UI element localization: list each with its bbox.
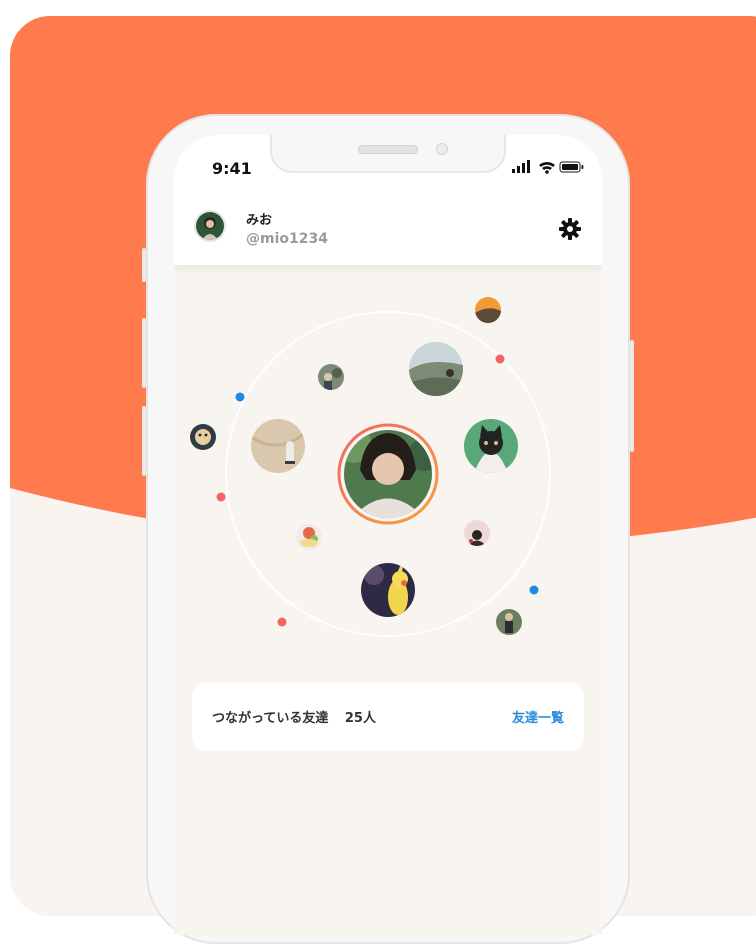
friend-avatar-figure[interactable] [496,609,522,635]
accent-dot [216,492,226,502]
friends-count-text: つながっている友達 25人 [212,707,376,726]
friend-avatar-portrait[interactable] [464,520,490,546]
friend-avatar-dessert[interactable] [296,524,322,550]
cellular-signal-icon [512,160,530,173]
volume-down-button [142,406,146,476]
friend-avatar-small-group[interactable] [318,364,344,390]
mute-switch [142,248,146,282]
friend-avatar-cat[interactable] [464,419,518,473]
friend-avatar-sand-toy[interactable] [251,419,305,473]
gear-icon [559,218,581,240]
friends-list-link[interactable]: 友達一覧 [512,707,564,726]
wifi-icon [539,161,555,174]
status-icons [512,159,584,178]
status-bar: 9:41 [174,135,602,193]
friend-avatar-landscape[interactable] [409,342,463,396]
friends-summary-card: つながっている友達 25人 友達一覧 [192,683,584,751]
status-time: 9:41 [212,159,252,178]
accent-dot [529,585,539,595]
friend-avatar-cockatiel[interactable] [361,557,415,617]
friend-avatar-dog[interactable] [190,424,216,450]
friends-count: 25人 [344,711,376,726]
profile-handle: @mio1234 [246,231,328,247]
status-icons-svg [512,160,584,174]
avatar[interactable] [194,210,226,242]
profile-header: みお @mio1234 [174,193,602,265]
battery-icon [559,161,584,173]
power-button [630,340,634,452]
app-screen: 9:41 みお @mio1234 つながっている友達 25人 友達一覧 [174,135,602,935]
friend-network-graph [190,297,551,637]
notch [270,135,506,173]
speaker [358,145,418,154]
accent-dot [495,354,505,364]
profile-name: みお [246,213,273,228]
front-camera [436,143,448,155]
friends-label: つながっている友達 [212,711,329,726]
settings-button[interactable] [558,217,582,241]
volume-up-button [142,318,146,388]
friend-avatar-orange[interactable] [475,297,501,323]
accent-dot [235,392,245,402]
accent-dot [277,617,287,627]
